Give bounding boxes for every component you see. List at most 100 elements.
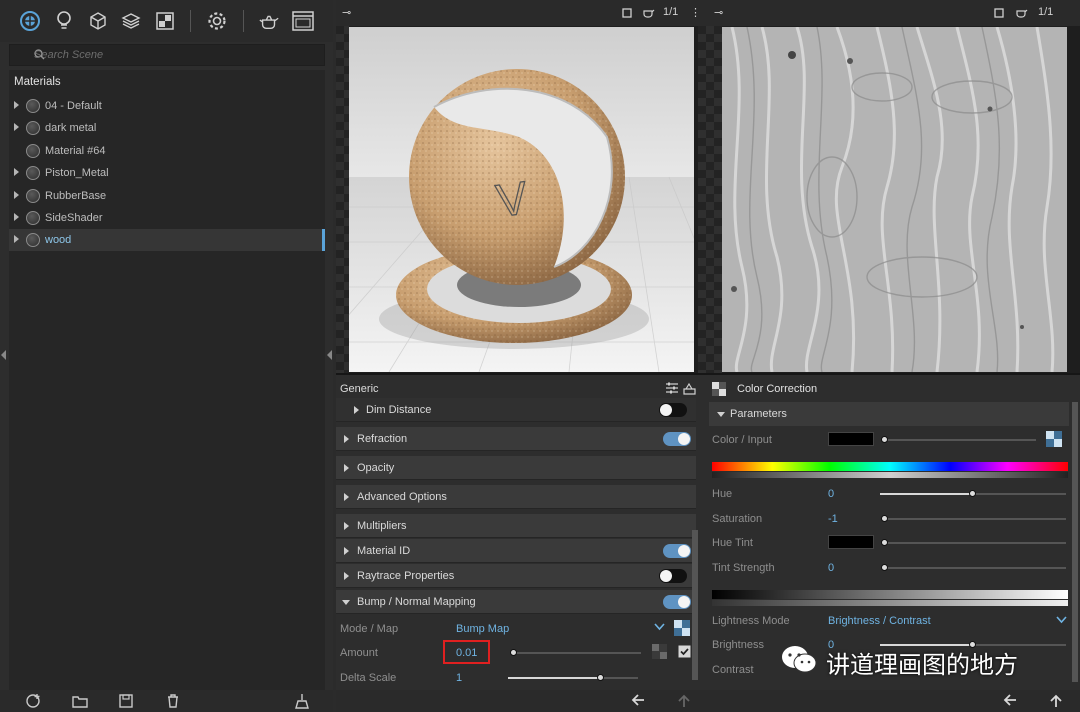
checkbox-icon[interactable] [678,645,691,661]
color-input-swatch[interactable] [828,432,874,446]
group-bump-normal-mapping[interactable]: Bump / Normal Mapping [336,590,696,614]
cube-icon[interactable] [87,10,109,32]
expand-arrow-icon[interactable] [14,101,19,109]
square-icon[interactable] [622,8,632,21]
layers-icon[interactable] [120,10,142,32]
group-dim-distance[interactable]: Dim Distance [336,398,696,422]
hue-input[interactable]: 0 [828,488,834,500]
arrow-left-icon[interactable] [1003,694,1017,709]
group-advanced-options[interactable]: Advanced Options [336,485,696,509]
expand-arrow-icon[interactable] [344,547,349,555]
material-ball-icon [26,121,40,135]
collapse-arrow-icon[interactable] [342,600,350,605]
material-label: 04 - Default [45,100,102,112]
hue-tint-slider-knob[interactable] [881,539,888,546]
material-preview-viewport[interactable]: ⊸ 1/1 ⋮ V [336,0,701,375]
delta-scale-input[interactable]: 1 [456,672,462,684]
hue-tint-slider-track[interactable] [884,542,1066,544]
saturation-slider-knob[interactable] [881,515,888,522]
gear-icon[interactable] [206,10,228,32]
expand-arrow-icon[interactable] [14,235,19,243]
color-input-label: Color / Input [712,434,772,446]
delete-icon[interactable] [165,693,181,709]
group-refraction[interactable]: Refraction [336,427,696,451]
material-item[interactable]: SideShader [9,207,325,229]
teapot-icon[interactable] [641,7,655,21]
clean-icon[interactable] [294,693,310,709]
expand-arrow-icon[interactable] [14,168,19,176]
lightness-mode-dropdown[interactable]: Brightness / Contrast [828,615,931,627]
texture-preview-viewport[interactable]: ⊸ 1/1 [698,0,1080,375]
preset-icon[interactable] [682,381,697,398]
pin-icon[interactable]: ⊸ [714,6,723,19]
color-input-slider-knob[interactable] [881,436,888,443]
chevron-down-icon[interactable] [654,622,665,634]
page-indicator[interactable]: 1/1 [1038,6,1053,18]
light-bulb-icon[interactable] [53,10,75,32]
search-input[interactable]: Search Scene [9,44,325,66]
teapot-icon[interactable] [258,10,280,32]
group-multipliers[interactable]: Multipliers [336,514,696,538]
material-ball-icon[interactable] [19,10,41,32]
saturation-slider-track[interactable] [884,518,1066,520]
scrollbar[interactable] [1072,402,1078,682]
texture-slot-icon[interactable] [674,620,690,639]
refraction-toggle[interactable] [663,432,691,446]
tint-strength-input[interactable]: 0 [828,562,834,574]
material-item-selected[interactable]: wood [9,229,325,251]
expand-arrow-icon[interactable] [344,572,349,580]
hue-tint-swatch[interactable] [828,535,874,549]
arrow-up-icon[interactable] [678,694,690,711]
arrow-left-icon[interactable] [631,694,645,709]
expand-arrow-icon[interactable] [14,191,19,199]
window-icon[interactable] [292,10,314,32]
saturation-input[interactable]: -1 [828,513,838,525]
page-indicator[interactable]: 1/1 [663,6,678,18]
expand-arrow-icon[interactable] [14,123,19,131]
raytrace-toggle[interactable] [659,569,687,583]
hue-slider-knob[interactable] [969,490,976,497]
texture-icon[interactable] [154,10,176,32]
parameters-header[interactable]: Parameters [709,402,1069,426]
expand-arrow-icon[interactable] [344,522,349,530]
group-opacity[interactable]: Opacity [336,456,696,480]
collapse-arrow-icon[interactable] [717,412,725,417]
square-icon[interactable] [994,8,1004,21]
mode-map-dropdown[interactable]: Bump Map [456,623,509,635]
group-material-id[interactable]: Material ID [336,539,696,563]
expand-arrow-icon[interactable] [344,493,349,501]
save-icon[interactable] [118,693,134,709]
dim-distance-toggle[interactable] [659,403,687,417]
sliders-icon[interactable] [665,381,679,398]
material-item[interactable]: RubberBase [9,185,325,207]
arrow-up-icon[interactable] [1050,694,1062,711]
pin-icon[interactable]: ⊸ [342,6,351,19]
texture-slot-icon[interactable] [1046,431,1062,450]
add-material-icon[interactable] [25,693,41,709]
teapot-icon[interactable] [1014,7,1028,21]
amount-input[interactable]: 0.01 [456,647,477,659]
tint-strength-slider-knob[interactable] [881,564,888,571]
material-item[interactable]: Piston_Metal [9,162,325,184]
material-item[interactable]: 04 - Default [9,95,325,117]
expand-arrow-icon[interactable] [14,213,19,221]
collapse-panel-icon[interactable] [327,350,332,360]
material-item[interactable]: dark metal [9,117,325,139]
color-input-slider-track[interactable] [884,439,1036,441]
collapse-left-icon[interactable] [1,350,6,360]
texture-slot-icon[interactable] [652,644,667,662]
amount-slider-track[interactable] [511,652,641,654]
expand-arrow-icon[interactable] [344,435,349,443]
open-folder-icon[interactable] [72,693,88,709]
material-item[interactable]: Material #64 [9,140,325,162]
material-ball-icon [26,189,40,203]
material-id-toggle[interactable] [663,544,691,558]
expand-arrow-icon[interactable] [354,406,359,414]
expand-arrow-icon[interactable] [344,464,349,472]
delta-slider-knob[interactable] [597,674,604,681]
amount-slider-knob[interactable] [510,649,517,656]
group-raytrace-properties[interactable]: Raytrace Properties [336,564,696,588]
bump-toggle[interactable] [663,595,691,609]
chevron-down-icon[interactable] [1056,615,1067,627]
tint-strength-slider-track[interactable] [884,567,1066,569]
